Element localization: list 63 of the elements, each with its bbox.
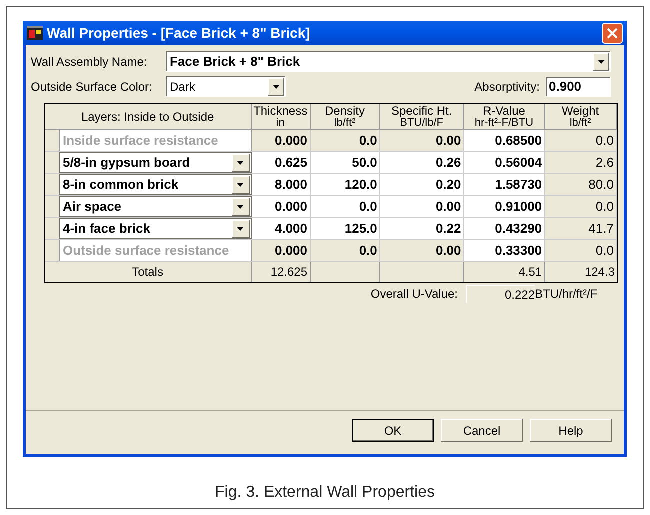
assembly-name-dropdown[interactable]: Face Brick + 8" Brick — [166, 51, 611, 72]
surface-color-dropdown[interactable]: Dark — [166, 76, 286, 97]
layer-dropdown[interactable]: 4-in face brick — [59, 218, 252, 239]
totals-label: Totals — [45, 262, 252, 282]
table-cell: 0.22 — [380, 218, 464, 239]
table-cell: 0.0 — [310, 196, 380, 217]
absorptivity-field[interactable]: 0.900 — [546, 76, 611, 96]
dropdown-button[interactable] — [232, 154, 250, 172]
table-cell: 0.00 — [380, 196, 464, 217]
dialog-button[interactable]: Help — [530, 419, 612, 442]
app-icon — [27, 26, 43, 40]
table-cell: 0.26 — [380, 152, 464, 173]
table-cell: 120.0 — [310, 174, 380, 195]
dropdown-button[interactable] — [593, 52, 609, 70]
table-cell: 12.625 — [252, 262, 311, 282]
close-button[interactable] — [602, 22, 623, 44]
field-label: Outside Surface Color: — [31, 78, 154, 96]
table-cell: 0.000 — [252, 240, 311, 261]
dropdown-button[interactable] — [232, 198, 250, 216]
table-cell: 0.56004 — [464, 152, 546, 173]
table-cell: 8.000 — [252, 174, 311, 195]
u-value-field: 0.222 — [466, 285, 535, 303]
table-cell: 1.58730 — [464, 174, 546, 195]
table-cell-text: 124.3 — [584, 264, 616, 281]
window-title: Wall Properties - [Face Brick + 8" Brick] — [47, 24, 312, 43]
dialog-button[interactable]: Cancel — [441, 419, 523, 442]
layer-dropdown[interactable]: 8-in common brick — [59, 174, 252, 195]
dropdown-arrow-icon — [237, 160, 244, 164]
table-cell: 0.000 — [252, 196, 311, 217]
table-cell: 0.625 — [252, 152, 311, 173]
field-label: Wall Assembly Name: — [31, 54, 148, 70]
dropdown-arrow-icon — [272, 84, 280, 88]
table-cell: 50.0 — [310, 152, 380, 173]
table-cell: 4.51 — [464, 262, 546, 282]
dropdown-arrow-icon — [237, 226, 244, 230]
table-cell: 0.33300 — [464, 240, 546, 261]
layer-name: Outside surface resistance — [59, 240, 252, 261]
table-cell: 0.91000 — [464, 196, 546, 217]
dropdown-button[interactable] — [268, 78, 284, 96]
table-cell: 125.0 — [310, 218, 380, 239]
u-value-unit: BTU/hr/ft²/F — [535, 286, 598, 303]
u-value-label: Overall U-Value: — [370, 286, 459, 303]
dropdown-arrow-icon — [237, 204, 244, 208]
figure-caption: Fig. 3. External Wall Properties — [215, 483, 435, 503]
field-label: Absorptivity: — [474, 78, 540, 96]
dropdown-button[interactable] — [232, 220, 250, 238]
dropdown-arrow-icon — [237, 182, 244, 186]
dropdown-arrow-icon — [598, 60, 604, 64]
layer-dropdown[interactable]: 5/8-in gypsum board — [59, 152, 252, 173]
layer-name: Inside surface resistance — [59, 130, 252, 151]
table-cell: 0.43290 — [464, 218, 546, 239]
table-cell: 0.20 — [380, 174, 464, 195]
column-header: Density lb/ft² — [310, 104, 380, 129]
table-cell: 0.0 — [310, 240, 380, 261]
table-cell: 4.000 — [252, 218, 311, 239]
layer-dropdown[interactable]: Air space — [59, 196, 252, 217]
table-cell: 0.68500 — [464, 130, 546, 151]
table-cell: 0.0 — [310, 130, 380, 151]
column-header: Thickness in — [252, 104, 311, 129]
dialog-button[interactable]: OK — [352, 419, 434, 442]
table-cell: 0.000 — [252, 130, 311, 151]
close-icon — [607, 28, 618, 38]
dropdown-button[interactable] — [232, 176, 250, 194]
